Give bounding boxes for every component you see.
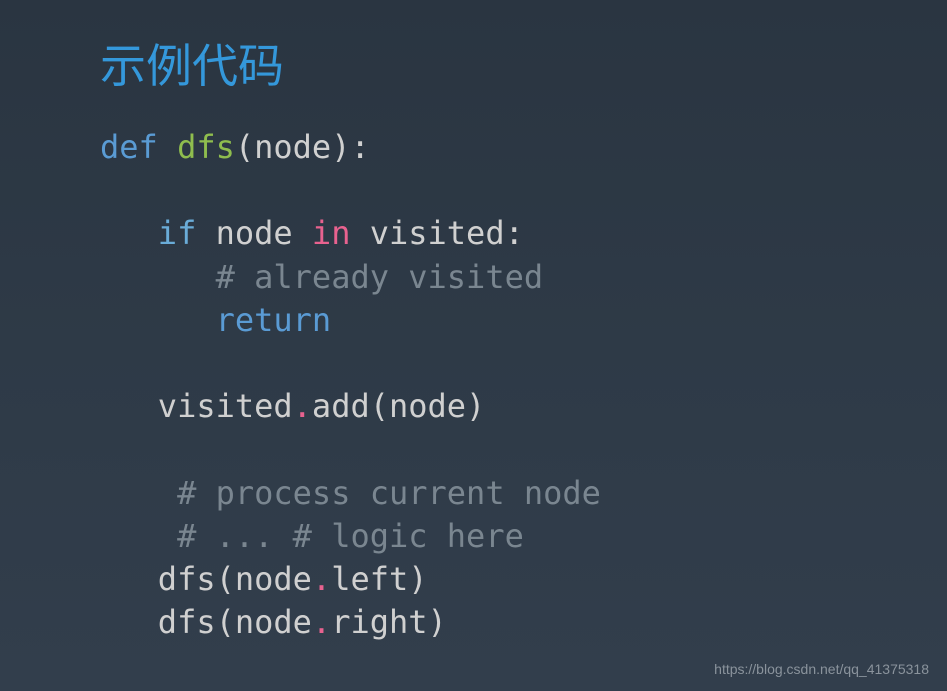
code-line-blank (100, 342, 947, 385)
rparen: ) (408, 560, 427, 598)
slide-container: 示例代码 def dfs(node): if node in visited: … (0, 0, 947, 644)
code-line-5: return (100, 299, 947, 342)
dot: . (312, 560, 331, 598)
code-line-blank (100, 428, 947, 471)
ident-node: node (235, 560, 312, 598)
comment-process: # process current node (177, 474, 601, 512)
rparen: ) (331, 128, 350, 166)
rparen: ) (428, 603, 447, 641)
lparen: ( (216, 603, 235, 641)
method-add: add (312, 387, 370, 425)
code-line-12: dfs(node.right) (100, 601, 947, 644)
ident-node: node (389, 387, 466, 425)
slide-title: 示例代码 (100, 30, 947, 96)
code-line-1: def dfs(node): (100, 126, 947, 169)
ident-node: node (235, 603, 312, 641)
code-block: def dfs(node): if node in visited: # alr… (100, 126, 947, 644)
comment-logic: # ... # logic here (177, 517, 524, 555)
call-dfs: dfs (158, 560, 216, 598)
attr-left: left (331, 560, 408, 598)
colon: : (505, 214, 524, 252)
function-name: dfs (177, 128, 235, 166)
code-line-9: # process current node (100, 472, 947, 515)
comment-already-visited: # already visited (216, 258, 544, 296)
code-line-10: # ... # logic here (100, 515, 947, 558)
rparen: ) (466, 387, 485, 425)
keyword-in: in (312, 214, 351, 252)
dot: . (312, 603, 331, 641)
ident-visited: visited (158, 387, 293, 425)
ident-node: node (216, 214, 293, 252)
code-line-11: dfs(node.left) (100, 558, 947, 601)
code-line-3: if node in visited: (100, 212, 947, 255)
param-node: node (254, 128, 331, 166)
dot: . (293, 387, 312, 425)
lparen: ( (370, 387, 389, 425)
call-dfs: dfs (158, 603, 216, 641)
lparen: ( (216, 560, 235, 598)
keyword-return: return (216, 301, 332, 339)
code-line-4: # already visited (100, 256, 947, 299)
code-line-7: visited.add(node) (100, 385, 947, 428)
attr-right: right (331, 603, 427, 641)
lparen: ( (235, 128, 254, 166)
keyword-def: def (100, 128, 158, 166)
colon: : (350, 128, 369, 166)
ident-visited: visited (370, 214, 505, 252)
code-line-blank (100, 169, 947, 212)
keyword-if: if (158, 214, 197, 252)
watermark: https://blog.csdn.net/qq_41375318 (714, 661, 929, 677)
